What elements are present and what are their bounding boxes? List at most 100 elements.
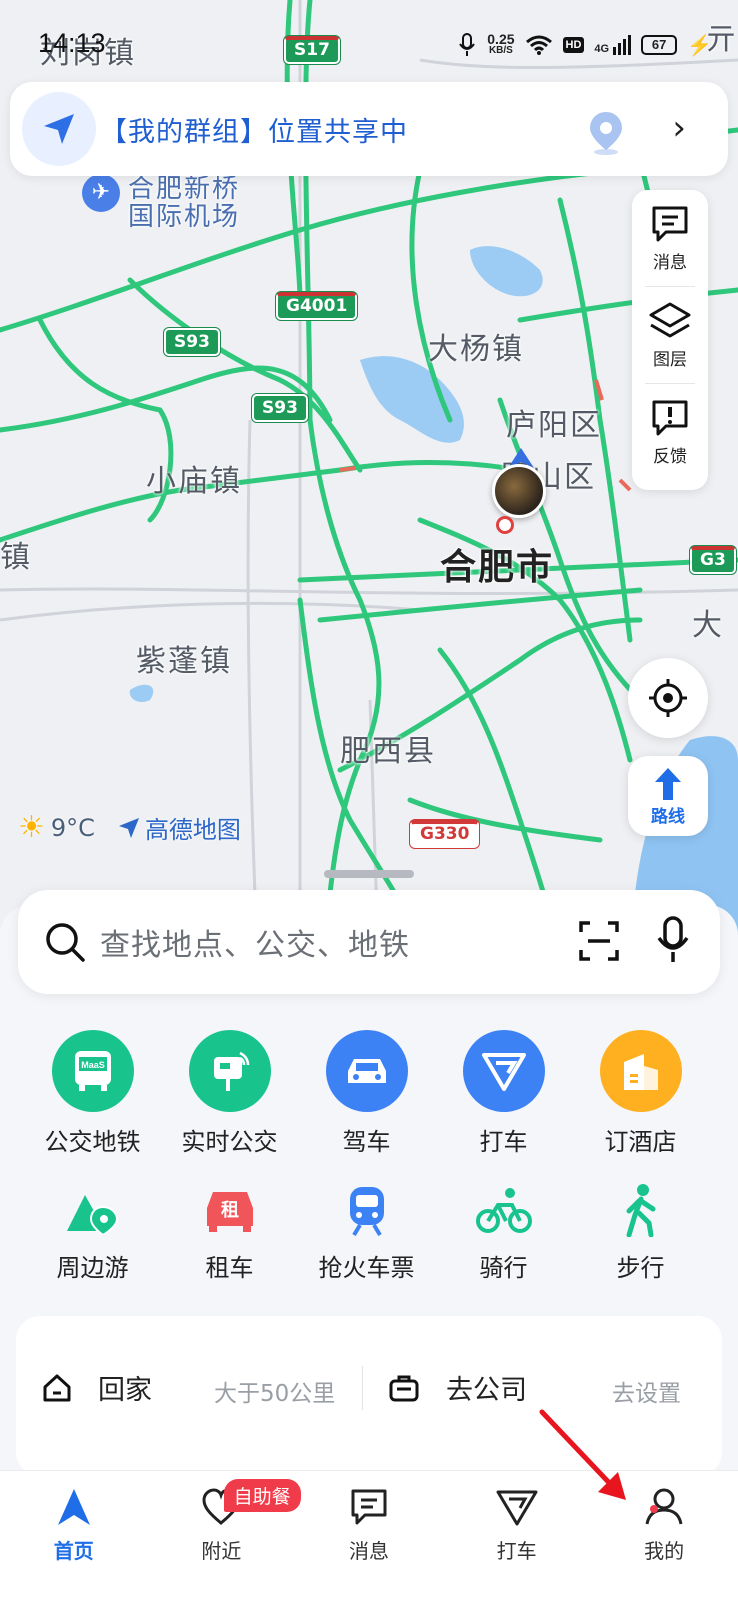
- places-divider: [362, 1366, 363, 1410]
- service-car-rental[interactable]: 租 租车: [161, 1180, 298, 1283]
- bicycle-icon: [474, 1180, 534, 1240]
- user-avatar-marker[interactable]: [492, 464, 546, 518]
- weather-temp: 9°C: [50, 813, 95, 842]
- svg-text:租: 租: [221, 1199, 239, 1221]
- service-grid-row-1: MaaS 公交地铁 实时公交 驾车 打车 订酒店: [24, 1030, 738, 1157]
- tab-messages[interactable]: 消息: [295, 1471, 443, 1600]
- map-label-feixi: 肥西县: [340, 734, 436, 769]
- tab-home[interactable]: 首页: [0, 1471, 148, 1600]
- highway-shield-g3: G3: [690, 546, 736, 574]
- search-input[interactable]: 查找地点、公交、地铁: [18, 890, 720, 994]
- microphone-status-icon: [459, 33, 476, 56]
- message-icon: [351, 1489, 387, 1525]
- group-banner-text: 【我的群组】位置共享中: [100, 116, 408, 148]
- walking-icon: [611, 1180, 671, 1240]
- amap-logo-icon: [118, 817, 139, 838]
- car-icon: [325, 1030, 408, 1112]
- map-label-dayang: 大杨镇: [428, 332, 524, 367]
- service-label: 步行: [616, 1254, 665, 1282]
- service-label: 订酒店: [604, 1128, 677, 1156]
- scan-icon[interactable]: [578, 920, 620, 962]
- weather-widget[interactable]: ☀ 9°C 高德地图: [18, 810, 241, 845]
- location-pin-icon: [590, 112, 622, 155]
- service-label: 实时公交: [181, 1128, 278, 1156]
- user-icon: [645, 1488, 683, 1525]
- taxi-icon: [462, 1030, 545, 1112]
- highway-shield-g330: G330: [410, 820, 480, 848]
- route-button-label: 路线: [651, 806, 685, 827]
- go-to-work-button[interactable]: 去公司: [388, 1368, 527, 1407]
- work-label: 去公司: [446, 1375, 527, 1406]
- home-label: 回家: [98, 1375, 152, 1406]
- airport-icon: ✈: [82, 174, 120, 212]
- status-icons: 0.25 KB/S HD 4G 67 ⚡: [457, 32, 712, 58]
- feedback-tool-button[interactable]: 反馈: [632, 384, 708, 480]
- map-label-hefei: 合肥市: [440, 547, 555, 588]
- amap-brand: 高德地图: [117, 810, 241, 845]
- highway-shield-g4001: G4001: [276, 292, 358, 320]
- message-tool-label: 消息: [653, 252, 687, 273]
- tab-label: 我的: [644, 1539, 685, 1563]
- chevron-right-icon[interactable]: ›: [672, 108, 686, 148]
- charging-icon: ⚡: [687, 34, 712, 57]
- feedback-icon: [652, 400, 688, 435]
- nearby-promo-badge: 自助餐: [223, 1479, 301, 1512]
- rental-car-icon: 租: [200, 1180, 260, 1240]
- microphone-icon[interactable]: [656, 916, 690, 966]
- message-tool-button[interactable]: 消息: [632, 190, 708, 286]
- battery-icon: 67: [641, 35, 678, 55]
- service-taxi[interactable]: 打车: [435, 1030, 572, 1157]
- navigation-arrow-icon: [57, 1489, 90, 1525]
- service-bus-metro[interactable]: MaaS 公交地铁: [24, 1030, 161, 1157]
- group-location-sharing-banner[interactable]: 【我的群组】位置共享中 ›: [10, 82, 728, 176]
- map-label-luyang: 庐阳区: [506, 408, 602, 443]
- service-grid-row-2: 周边游 租 租车 抢火车票 骑行 步行: [24, 1180, 738, 1283]
- sun-icon: ☀: [18, 810, 45, 845]
- service-walking[interactable]: 步行: [572, 1180, 709, 1283]
- tab-nearby[interactable]: 附近 自助餐: [148, 1471, 301, 1600]
- annotation-arrow-icon: [539, 1409, 626, 1500]
- bus-icon: MaaS: [51, 1030, 134, 1112]
- go-home-button[interactable]: 回家: [42, 1368, 152, 1407]
- map-label-airport-2: 国际机场: [128, 202, 241, 232]
- layers-tool-button[interactable]: 图层: [632, 287, 708, 383]
- service-hotel[interactable]: 订酒店: [572, 1030, 709, 1157]
- service-nearby-travel[interactable]: 周边游: [24, 1180, 161, 1283]
- map-tool-panel: 消息 图层 反馈: [632, 190, 708, 490]
- locate-me-button[interactable]: [628, 658, 708, 738]
- current-location-dot: [496, 516, 514, 534]
- service-label: 抢火车票: [318, 1254, 415, 1282]
- mountain-pin-icon: [63, 1180, 123, 1240]
- service-cycling[interactable]: 骑行: [435, 1180, 572, 1283]
- map-label-xiaomiao: 小庙镇: [146, 464, 242, 499]
- feedback-tool-label: 反馈: [653, 446, 687, 467]
- service-label: 驾车: [342, 1128, 391, 1156]
- service-label: 周边游: [56, 1254, 129, 1282]
- svg-text:MaaS: MaaS: [81, 1060, 105, 1070]
- service-label: 骑行: [479, 1254, 528, 1282]
- status-time: 14:13: [38, 28, 106, 58]
- tab-label: 首页: [53, 1539, 94, 1563]
- layers-icon: [649, 302, 691, 337]
- hd-icon: HD: [562, 37, 585, 53]
- service-drive[interactable]: 驾车: [298, 1030, 435, 1157]
- highway-shield-s93: S93: [164, 328, 220, 356]
- map-label-left-edge: 镇: [0, 540, 32, 575]
- service-realtime-bus[interactable]: 实时公交: [161, 1030, 298, 1157]
- network-speed: 0.25 KB/S: [487, 31, 515, 56]
- message-icon: [652, 206, 688, 241]
- tab-label: 消息: [348, 1539, 389, 1563]
- layers-tool-label: 图层: [653, 349, 687, 370]
- tab-label: 打车: [496, 1539, 537, 1563]
- service-label: 租车: [205, 1254, 254, 1282]
- route-button[interactable]: 路线: [628, 756, 708, 836]
- navigation-arrow-icon: [22, 92, 96, 166]
- map-label-ziyuan: 紫蓬镇: [136, 644, 232, 679]
- sheet-drag-handle[interactable]: [324, 870, 414, 878]
- service-label: 公交地铁: [44, 1128, 141, 1156]
- home-distance: 大于50公里: [214, 1381, 336, 1407]
- highway-shield-s93-2: S93: [252, 394, 308, 422]
- service-train-ticket[interactable]: 抢火车票: [298, 1180, 435, 1283]
- wifi-icon: [525, 35, 552, 55]
- signal-icon: 4G: [594, 35, 632, 55]
